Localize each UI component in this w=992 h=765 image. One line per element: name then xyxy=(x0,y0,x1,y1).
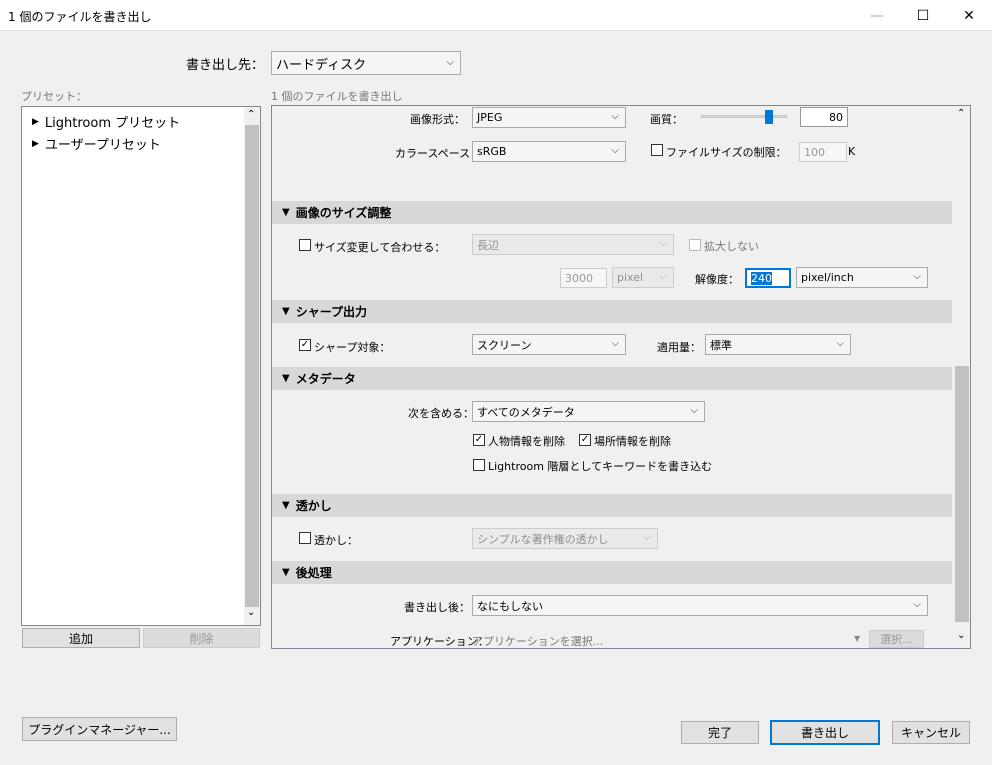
settings-panel: 画像形式： JPEG ⌵ 画質： 80 カラースペース： sRGB ⌵ ファイル… xyxy=(271,105,971,649)
collapse-icon: ▼ xyxy=(282,500,290,511)
quality-slider[interactable] xyxy=(701,110,787,124)
plugin-manager-button[interactable]: プラグインマネージャー... xyxy=(22,717,177,741)
chevron-down-icon: ⌵ xyxy=(659,271,667,282)
hierarchy-checkbox[interactable] xyxy=(473,459,485,471)
chevron-down-icon: ⌵ xyxy=(913,599,921,610)
settings-scrollbar[interactable]: ⌃ ⌄ xyxy=(954,106,970,648)
metadata-include-dropdown[interactable]: すべてのメタデータ ⌵ xyxy=(472,401,705,422)
no-enlarge-checkbox[interactable] xyxy=(689,239,701,251)
quality-slider-thumb[interactable] xyxy=(765,110,773,124)
chevron-down-icon: ⌵ xyxy=(690,405,698,416)
chevron-down-icon: ⌵ xyxy=(643,532,651,543)
section-header-watermark[interactable]: ▼ 透かし xyxy=(272,494,952,517)
resize-label: サイズ変更して合わせる： xyxy=(314,241,446,254)
resolution-input[interactable]: 240 xyxy=(745,268,791,288)
after-export-label: 書き出し後： xyxy=(404,601,470,614)
no-enlarge-label: 拡大しない xyxy=(704,240,759,253)
sharpen-amount-dropdown[interactable]: 標準 ⌵ xyxy=(705,334,851,355)
chevron-down-icon: ⌵ xyxy=(659,238,667,249)
size-input[interactable]: 3000 xyxy=(560,268,607,288)
chevron-down-icon: ⌵ xyxy=(446,57,454,68)
export-to-dropdown[interactable]: ハードディスク ⌵ xyxy=(271,51,461,75)
chevron-down-icon: ⌵ xyxy=(611,338,619,349)
section-header-postprocess[interactable]: ▼ 後処理 xyxy=(272,561,952,584)
scroll-down-icon[interactable]: ⌄ xyxy=(247,607,255,618)
export-to-label: 書き出し先： xyxy=(186,58,265,73)
chevron-down-icon: ⌵ xyxy=(611,145,619,156)
resolution-label: 解像度： xyxy=(695,273,739,286)
collapse-icon: ▼ xyxy=(282,306,290,317)
sharpen-target-dropdown[interactable]: スクリーン ⌵ xyxy=(472,334,626,355)
collapse-icon: ▼ xyxy=(282,373,290,384)
quality-label: 画質： xyxy=(650,113,683,126)
expand-icon[interactable]: ▶ xyxy=(32,117,39,127)
quality-input[interactable]: 80 xyxy=(800,107,848,127)
export-to-value: ハードディスク xyxy=(276,57,367,73)
section-header-metadata[interactable]: ▼ メタデータ xyxy=(272,367,952,390)
chevron-down-icon: ⌵ xyxy=(913,271,921,282)
colorspace-label: カラースペース： xyxy=(395,147,482,160)
subtitle: 1 個のファイルを書き出し xyxy=(271,90,403,103)
preset-list: ▶ Lightroom プリセット ▶ ユーザープリセット ⌃ ⌄ xyxy=(21,106,261,626)
expand-icon[interactable]: ▶ xyxy=(32,139,39,149)
collapse-icon: ▼ xyxy=(282,207,290,218)
colorspace-dropdown[interactable]: sRGB ⌵ xyxy=(472,141,626,162)
sharpen-target-label: シャープ対象： xyxy=(314,341,391,354)
format-dropdown[interactable]: JPEG ⌵ xyxy=(472,107,626,128)
remove-person-label: 人物情報を削除 xyxy=(488,435,565,448)
collapse-icon: ▼ xyxy=(282,567,290,578)
metadata-include-label: 次を含める： xyxy=(408,407,474,420)
add-preset-button[interactable]: 追加 xyxy=(22,628,140,648)
limit-input[interactable]: 100 xyxy=(799,142,847,162)
export-button[interactable]: 書き出し xyxy=(770,720,880,745)
resolution-unit-dropdown[interactable]: pixel/inch ⌵ xyxy=(796,267,928,288)
preset-item[interactable]: ▶ Lightroom プリセット xyxy=(32,112,180,131)
remove-location-label: 場所情報を削除 xyxy=(594,435,671,448)
sharpen-amount-label: 適用量： xyxy=(657,341,701,354)
preset-scrollbar[interactable]: ⌃ ⌄ xyxy=(244,107,260,625)
watermark-dropdown[interactable]: シンプルな著作権の透かし ⌵ xyxy=(472,528,658,549)
scroll-up-icon[interactable]: ⌃ xyxy=(957,108,965,119)
scroll-up-icon[interactable]: ⌃ xyxy=(247,109,255,120)
after-export-dropdown[interactable]: なにもしない ⌵ xyxy=(472,595,928,616)
preset-item[interactable]: ▶ ユーザープリセット xyxy=(32,134,161,153)
watermark-checkbox[interactable] xyxy=(299,532,311,544)
application-dropdown-icon[interactable]: ▼ xyxy=(854,634,860,643)
close-button[interactable]: ✕ xyxy=(946,0,992,31)
format-label: 画像形式： xyxy=(410,113,465,126)
chevron-down-icon: ⌵ xyxy=(836,338,844,349)
remove-preset-button[interactable]: 削除 xyxy=(143,628,260,648)
section-header-sizing[interactable]: ▼ 画像のサイズ調整 xyxy=(272,201,952,224)
limit-size-checkbox[interactable] xyxy=(651,144,663,156)
resize-mode-dropdown[interactable]: 長辺 ⌵ xyxy=(472,234,674,255)
sharpen-checkbox[interactable]: ✓ xyxy=(299,339,311,351)
title-bar: 1 個のファイルを書き出し — ☐ ✕ xyxy=(0,0,992,31)
limit-unit: K xyxy=(848,145,856,158)
section-header-sharpen[interactable]: ▼ シャープ出力 xyxy=(272,300,952,323)
scrollbar-thumb[interactable] xyxy=(245,125,259,607)
window-title: 1 個のファイルを書き出し xyxy=(8,10,152,24)
maximize-button[interactable]: ☐ xyxy=(900,0,946,31)
scrollbar-thumb[interactable] xyxy=(955,366,969,622)
limit-label: ファイルサイズの制限： xyxy=(666,146,787,159)
resize-checkbox[interactable] xyxy=(299,239,311,251)
done-button[interactable]: 完了 xyxy=(681,721,759,744)
remove-location-checkbox[interactable]: ✓ xyxy=(579,434,591,446)
remove-person-checkbox[interactable]: ✓ xyxy=(473,434,485,446)
chevron-down-icon: ⌵ xyxy=(611,111,619,122)
size-unit-dropdown[interactable]: pixel ⌵ xyxy=(612,267,674,288)
choose-application-button[interactable]: 選択... xyxy=(869,630,924,648)
minimize-button[interactable]: — xyxy=(854,0,900,31)
scroll-down-icon[interactable]: ⌄ xyxy=(957,630,965,641)
cancel-button[interactable]: キャンセル xyxy=(892,721,970,744)
hierarchy-label: Lightroom 階層としてキーワードを書き込む xyxy=(488,460,713,473)
presets-label: プリセット： xyxy=(21,90,87,103)
watermark-label: 透かし： xyxy=(314,534,358,547)
application-input[interactable]: アプリケーションを選択... xyxy=(472,633,603,648)
